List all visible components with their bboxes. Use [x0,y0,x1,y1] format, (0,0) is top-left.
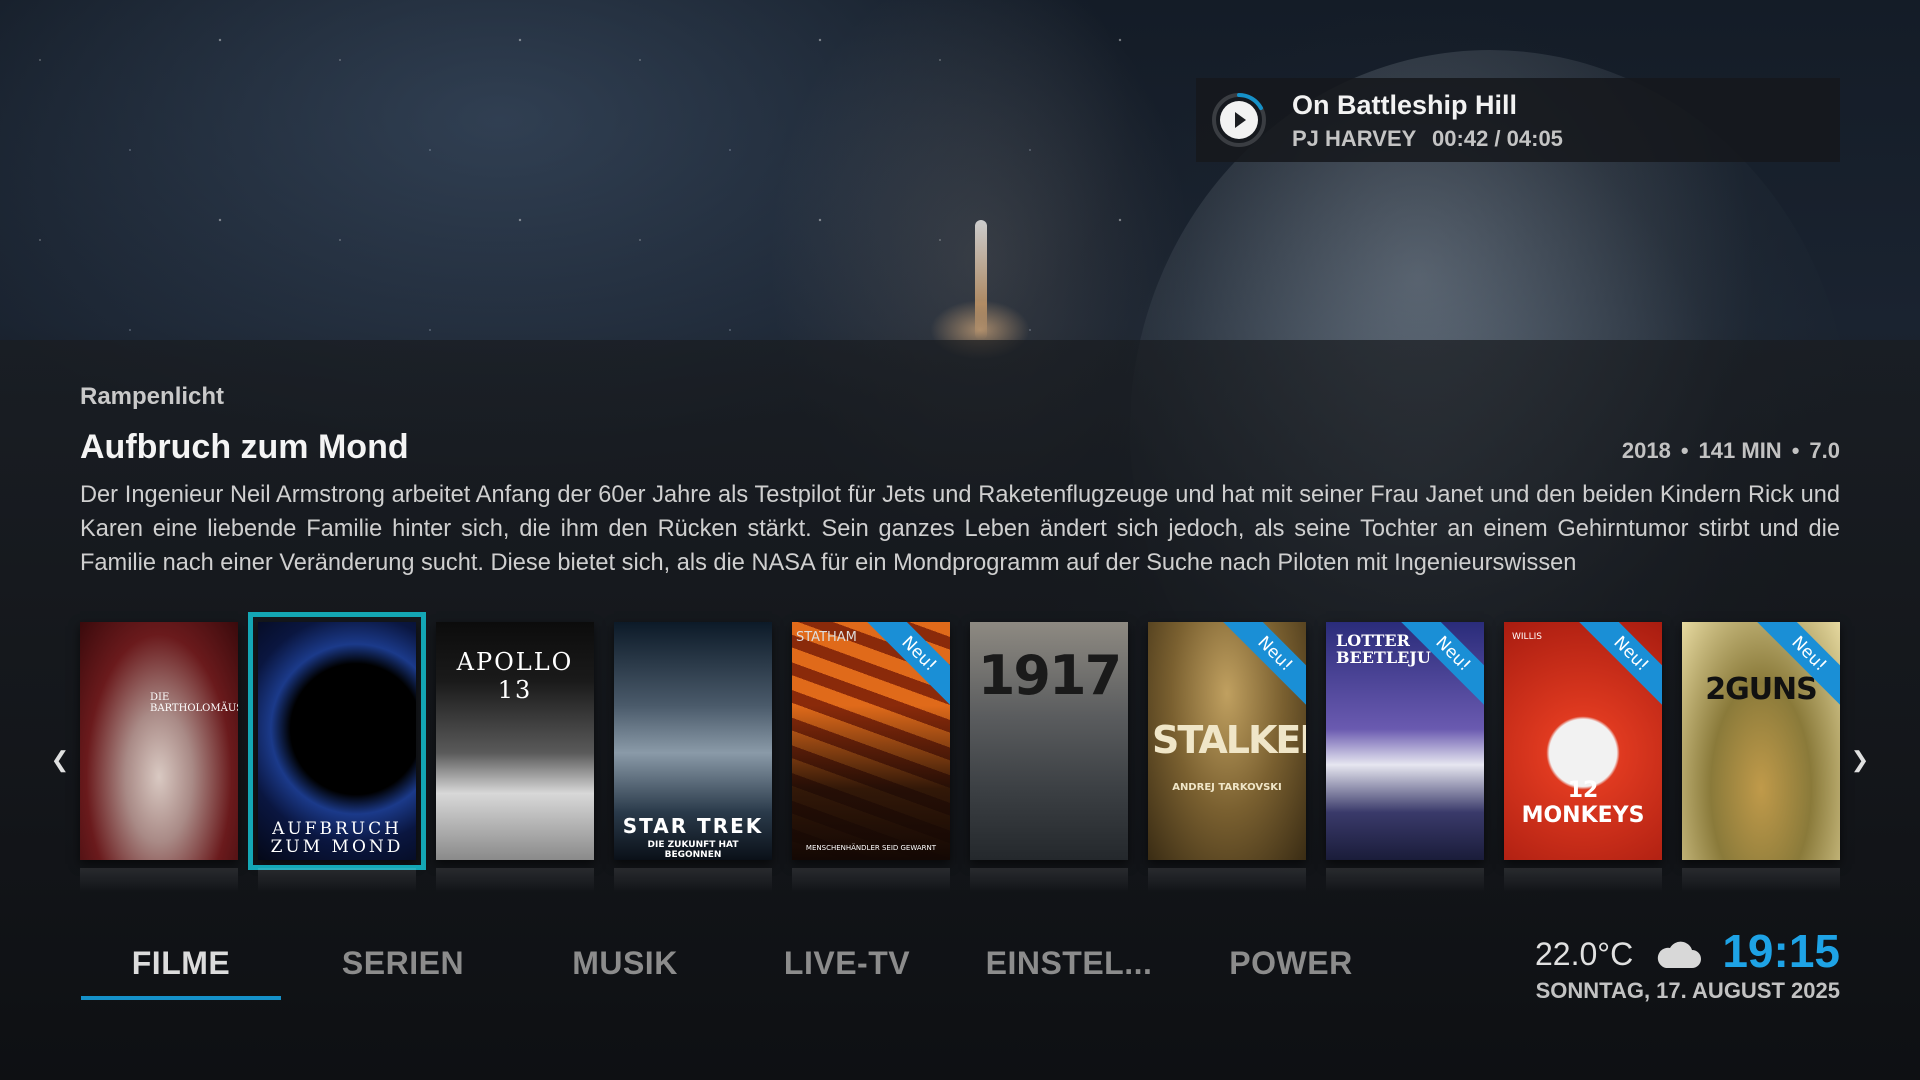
poster-reflection [80,868,238,892]
menu-item-filme[interactable]: FILME [81,945,281,982]
now-playing-artist: PJ HARVEY [1292,126,1416,151]
movie-runtime: 141 MIN [1698,438,1782,463]
section-label: Rampenlicht [80,383,225,410]
poster-reflection [970,868,1128,892]
play-progress-ring[interactable] [1210,91,1268,149]
poster-item[interactable]: STAR TREK DIE ZUKUNFT HAT BEGONNEN [614,622,772,860]
poster-subtext: MENSCHENHÄNDLER SEID GEWARNT [805,844,937,852]
clock-time: 19:15 [1722,925,1840,977]
poster-reflection [1504,868,1662,892]
now-playing-subline: PJ HARVEY 00:42 / 04:05 [1292,126,1563,152]
now-playing-widget[interactable]: On Battleship Hill PJ HARVEY 00:42 / 04:… [1196,78,1840,162]
poster-text: STALKER [1152,718,1306,762]
poster-item[interactable]: LOTTER BEETLEJU Neu! [1326,622,1484,860]
movie-plot: Der Ingenieur Neil Armstrong arbeitet An… [80,482,1840,576]
poster-text: LOTTER BEETLEJU [1336,631,1431,667]
now-playing-time: 00:42 / 04:05 [1432,126,1563,151]
poster-art [80,622,238,860]
menu-item-einstellungen[interactable]: EINSTEL... [969,945,1169,982]
rocket-art [975,220,987,340]
poster-reflection [792,868,950,892]
poster-item[interactable]: DIE BARTHOLOMÄUSNACHT [80,622,238,860]
menu-item-live-tv[interactable]: LIVE-TV [747,945,947,982]
meta-separator: • [1680,438,1689,463]
scroll-left-icon[interactable]: ❮ [48,747,72,772]
poster-item[interactable]: WILLIS 12 MONKEYS Neu! [1504,622,1662,860]
poster-text: AUFBRUCH ZUM MOND [270,819,404,857]
starfield [0,0,1200,340]
poster-subtext: ANDREJ TARKOVSKI [1172,782,1282,793]
poster-text: STAR TREK [622,814,764,838]
poster-reflection [436,868,594,892]
poster-item[interactable]: STATHAM MENSCHENHÄNDLER SEID GEWARNT Neu… [792,622,950,860]
poster-text: 1917 [977,644,1122,707]
poster-item[interactable]: STALKER ANDREJ TARKOVSKI Neu! [1148,622,1306,860]
poster-item[interactable]: 1917 [970,622,1128,860]
poster-text: 12 MONKEYS [1521,778,1645,828]
poster-reflection [1326,868,1484,892]
movie-meta: 2018 • 141 MIN • 7.0 [1622,438,1840,464]
poster-text: DIE BARTHOLOMÄUSNACHT [150,692,238,714]
poster-reflection [1682,868,1840,892]
cloud-icon [1657,941,1701,968]
menu-item-serien[interactable]: SERIEN [303,945,503,982]
poster-reflection [614,868,772,892]
clock-date: SONNTAG, 17. AUGUST 2025 [1535,978,1840,1003]
movie-rating: 7.0 [1809,438,1840,463]
play-icon[interactable] [1220,101,1258,139]
scroll-right-icon[interactable]: ❯ [1848,747,1872,772]
menu-item-power[interactable]: POWER [1191,945,1391,982]
poster-reflection [258,868,416,892]
menu-active-indicator [81,996,281,1000]
poster-reflection [1148,868,1306,892]
poster-item-selected[interactable]: AUFBRUCH ZUM MOND [248,612,426,870]
poster-item[interactable]: 2GUNS Neu! [1682,622,1840,860]
poster-subtext: DIE ZUKUNFT HAT BEGONNEN [647,840,739,860]
now-playing-title: On Battleship Hill [1292,90,1518,120]
movie-year: 2018 [1621,438,1671,463]
weather-temperature: 22.0°C [1535,936,1634,972]
menu-item-musik[interactable]: MUSIK [525,945,725,982]
poster-item[interactable]: APOLLO 13 [436,622,594,860]
poster-text: APOLLO 13 [456,648,574,704]
movie-title: Aufbruch zum Mond [80,428,409,466]
poster-row: DIE BARTHOLOMÄUSNACHT AUFBRUCH ZUM MOND … [80,612,1840,892]
meta-separator: • [1791,438,1800,463]
